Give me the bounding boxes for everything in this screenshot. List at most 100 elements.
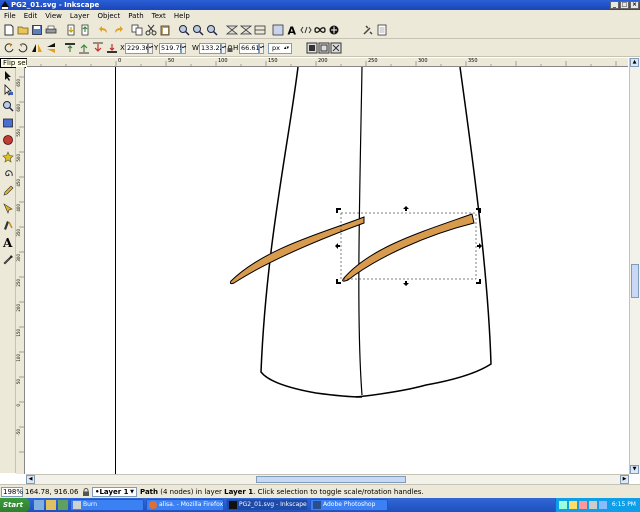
scroll-up-arrow[interactable]: ▲ (630, 58, 639, 67)
raise-to-top-button[interactable] (64, 42, 76, 54)
show-desktop-icon[interactable] (34, 500, 44, 510)
scroll-right-arrow[interactable]: ▶ (620, 475, 629, 484)
minimize-button[interactable]: _ (610, 1, 619, 9)
unit-select[interactable]: px ▴▾ (268, 43, 292, 54)
menu-layer[interactable]: Layer (66, 12, 94, 20)
rotate-90-ccw-button[interactable] (3, 42, 15, 54)
scale-corners-icon (318, 42, 330, 54)
horizontal-scroll-thumb[interactable] (256, 476, 406, 483)
xml-editor-button[interactable] (300, 24, 312, 36)
menu-file[interactable]: File (0, 12, 20, 20)
menu-path[interactable]: Path (124, 12, 147, 20)
lower-to-bottom-button[interactable] (106, 42, 118, 54)
undo-button[interactable] (98, 24, 110, 36)
node-tool[interactable] (2, 84, 14, 96)
vertical-scrollbar[interactable]: ▲ ▼ (629, 58, 640, 474)
text-font-button[interactable]: A (286, 24, 298, 37)
calligraphy-tool[interactable] (2, 219, 14, 231)
dropper-tool[interactable] (2, 253, 14, 265)
taskbar-item-label: alisa. - Mozilla Firefox (159, 501, 224, 508)
preferences-button[interactable] (362, 24, 374, 36)
h-spinner[interactable]: ▴▾ (259, 43, 264, 54)
scroll-down-arrow[interactable]: ▼ (630, 465, 639, 474)
tray-app-icon[interactable] (589, 501, 597, 509)
pen-tool[interactable] (2, 202, 14, 214)
align-button[interactable] (240, 24, 252, 36)
drawing-canvas[interactable] (26, 67, 629, 474)
vertical-scroll-thumb[interactable] (631, 264, 639, 298)
import-button[interactable] (65, 24, 77, 36)
paste-button[interactable] (159, 24, 171, 36)
menu-object[interactable]: Object (93, 12, 124, 20)
quick-launch-icon[interactable] (58, 500, 68, 510)
y-spinner[interactable]: ▴▾ (181, 43, 186, 54)
raise-button[interactable] (78, 42, 90, 54)
tray-app-icon[interactable] (599, 501, 607, 509)
scroll-left-arrow[interactable]: ◀ (26, 475, 35, 484)
redo-button[interactable] (112, 24, 124, 36)
taskbar-item-firefox[interactable]: alisa. - Mozilla Firefox (146, 499, 224, 511)
rect-tool[interactable] (2, 117, 14, 129)
menu-view[interactable]: View (41, 12, 66, 20)
network-icon[interactable] (559, 501, 567, 509)
drawing-svg[interactable] (26, 67, 629, 474)
scale-corners-toggle[interactable] (318, 42, 330, 54)
lower-icon (93, 42, 103, 52)
flip-horizontal-button[interactable] (31, 42, 43, 54)
taskbar-item-inkscape[interactable]: PG2_01.svg - Inkscape (226, 499, 308, 511)
save-button[interactable] (31, 24, 43, 36)
lower-button[interactable] (92, 42, 104, 54)
pencil-tool[interactable] (2, 185, 14, 197)
security-icon[interactable] (579, 501, 587, 509)
menu-help[interactable]: Help (170, 12, 194, 20)
taskbar-item-photoshop[interactable]: Adobe Photoshop (310, 499, 388, 511)
volume-icon[interactable] (569, 501, 577, 509)
flip-vertical-button[interactable] (45, 42, 57, 54)
ruler-tick-label: 450 (16, 179, 21, 187)
fill-stroke-button[interactable] (226, 24, 238, 36)
selector-tool[interactable] (2, 70, 14, 82)
y-field[interactable]: 519.75 (159, 43, 184, 54)
h-field[interactable]: 66.61 (239, 43, 260, 54)
zoom-tool[interactable] (2, 100, 14, 112)
print-button[interactable] (45, 24, 57, 36)
taskbar-item-burn[interactable]: Burn (70, 499, 144, 511)
menu-text[interactable]: Text (148, 12, 170, 20)
ellipse-tool[interactable] (2, 134, 14, 146)
open-button[interactable] (17, 24, 29, 36)
rotate-90-cw-button[interactable] (17, 42, 29, 54)
new-document-button[interactable] (3, 24, 15, 36)
copy-button[interactable] (131, 24, 143, 36)
text-tool[interactable]: A (2, 236, 14, 248)
spiral-tool[interactable] (2, 168, 14, 180)
layers-button[interactable] (254, 24, 266, 36)
x-field[interactable]: 229.36 (125, 43, 150, 54)
quick-launch-icon[interactable] (46, 500, 56, 510)
scale-stroke-toggle[interactable] (306, 42, 318, 54)
zoom-drawing-button[interactable] (192, 24, 204, 36)
horizontal-scrollbar[interactable]: ◀ ▶ (26, 474, 629, 484)
layer-select[interactable]: •Layer 1 ▼ (92, 487, 137, 497)
close-button[interactable]: × (630, 1, 639, 9)
object-properties-button[interactable] (272, 24, 284, 36)
cut-button[interactable] (145, 24, 157, 36)
clone-button[interactable] (314, 24, 326, 36)
w-field[interactable]: 133.22 (199, 43, 224, 54)
lock-icon[interactable] (82, 488, 90, 496)
import-icon (67, 24, 75, 36)
document-properties-button[interactable] (376, 24, 388, 36)
symbol-button[interactable] (328, 24, 340, 36)
zoom-field[interactable]: 198% (1, 487, 23, 497)
zoom-page-icon (207, 25, 218, 36)
zoom-page-button[interactable] (206, 24, 218, 36)
rotate-ccw-icon (4, 43, 14, 53)
w-spinner[interactable]: ▴▾ (221, 43, 226, 54)
x-spinner[interactable]: ▴▾ (148, 43, 153, 54)
export-button[interactable] (79, 24, 91, 36)
zoom-selection-button[interactable] (178, 24, 190, 36)
maximize-button[interactable]: □ (620, 1, 629, 9)
menu-edit[interactable]: Edit (20, 12, 42, 20)
star-tool[interactable] (2, 151, 14, 163)
start-button[interactable]: Start (0, 498, 30, 512)
transform-gradients-toggle[interactable] (330, 42, 342, 54)
